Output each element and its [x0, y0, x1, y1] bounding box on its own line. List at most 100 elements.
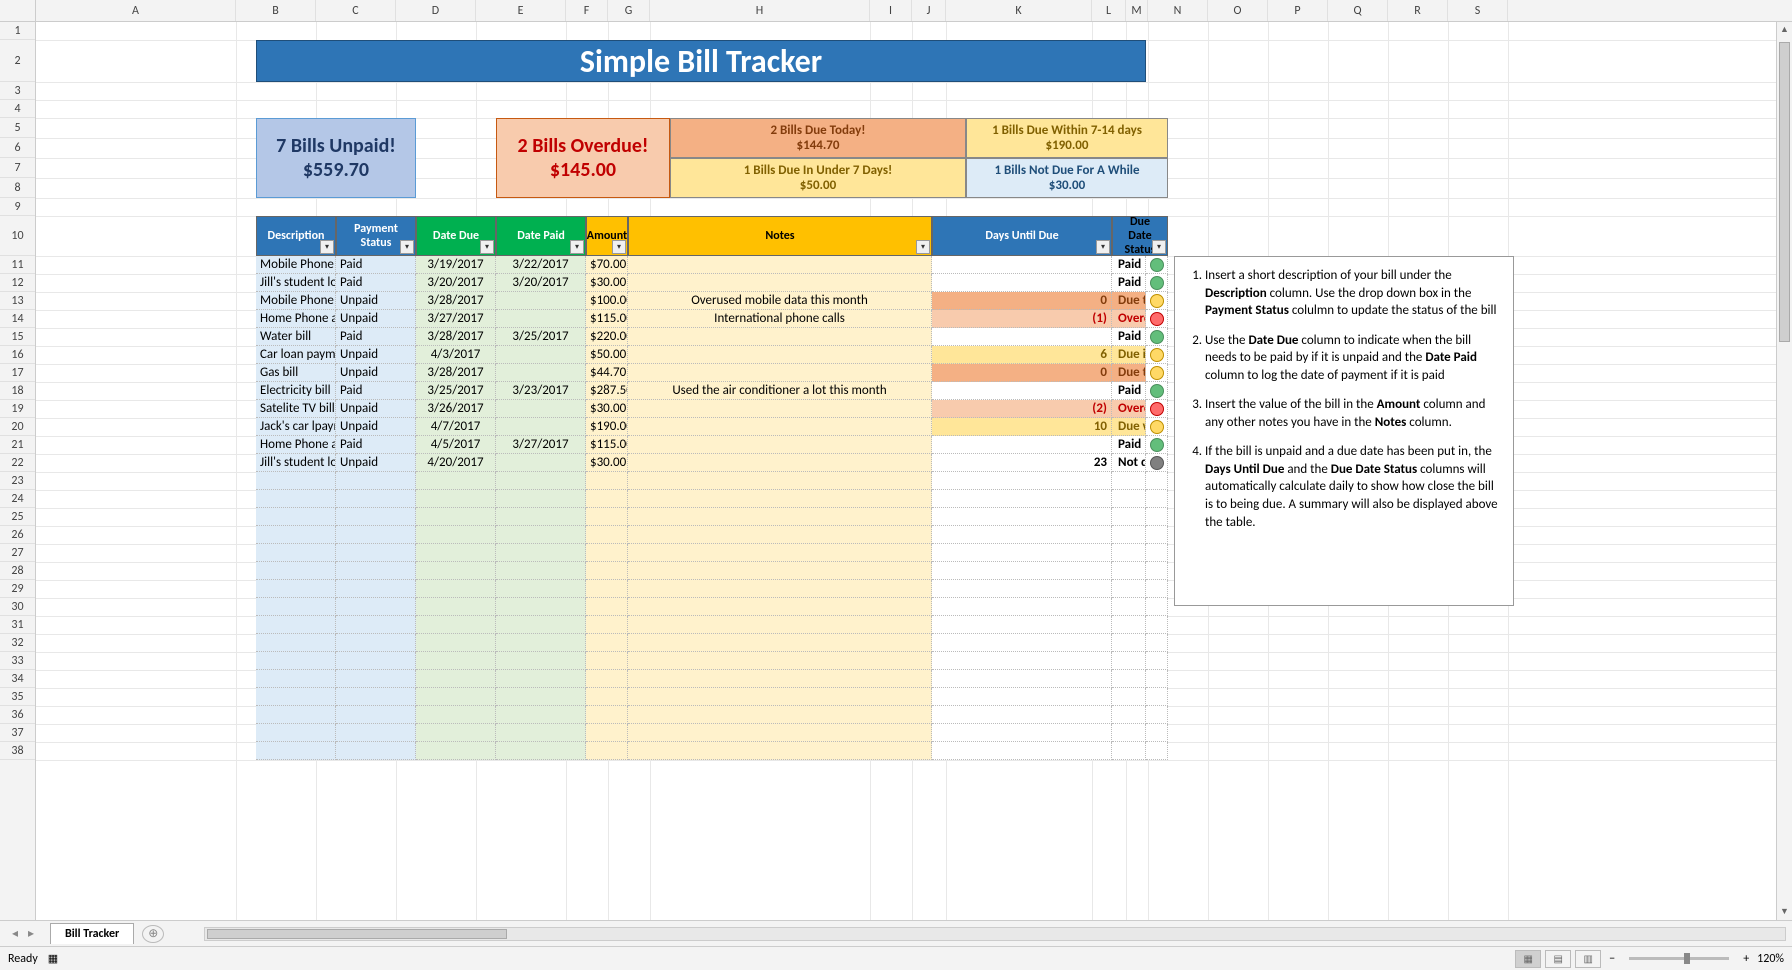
cell-payment-status[interactable] — [336, 562, 416, 580]
cell-date-due[interactable] — [416, 616, 496, 634]
cell-due-date-status[interactable] — [1112, 562, 1146, 580]
cell-days-until-due[interactable] — [932, 562, 1112, 580]
cell-payment-status[interactable] — [336, 508, 416, 526]
cell-date-due[interactable] — [416, 580, 496, 598]
cell-notes[interactable] — [628, 490, 932, 508]
cell-amount[interactable]: $70.00 — [586, 256, 628, 274]
cell-amount[interactable] — [586, 724, 628, 742]
cell-payment-status[interactable] — [336, 580, 416, 598]
cell-date-paid[interactable] — [496, 724, 586, 742]
cell-due-date-status[interactable]: Due in under 7 days! — [1112, 346, 1146, 364]
cell-description[interactable]: Home Phone and Intenet bill — [256, 310, 336, 328]
cell-status-indicator[interactable] — [1146, 742, 1168, 760]
cell-payment-status[interactable] — [336, 742, 416, 760]
cell-status-indicator[interactable] — [1146, 256, 1168, 274]
cell-payment-status[interactable] — [336, 472, 416, 490]
cell-status-indicator[interactable] — [1146, 580, 1168, 598]
cell-date-due[interactable] — [416, 670, 496, 688]
cell-description[interactable]: Electricity bill — [256, 382, 336, 400]
row-header[interactable]: 4 — [0, 100, 35, 118]
macro-record-icon[interactable]: ▦ — [48, 952, 58, 965]
filter-dropdown-icon[interactable] — [570, 240, 584, 254]
cell-description[interactable] — [256, 688, 336, 706]
cell-days-until-due[interactable] — [932, 436, 1112, 454]
cell-description[interactable] — [256, 562, 336, 580]
column-header[interactable]: S — [1448, 0, 1508, 21]
view-page-break-button[interactable]: ▥ — [1575, 950, 1601, 968]
cell-description[interactable] — [256, 616, 336, 634]
cell-notes[interactable] — [628, 328, 932, 346]
cell-status-indicator[interactable] — [1146, 346, 1168, 364]
cell-days-until-due[interactable] — [932, 274, 1112, 292]
cell-status-indicator[interactable] — [1146, 292, 1168, 310]
cell-status-indicator[interactable] — [1146, 634, 1168, 652]
row-header[interactable]: 25 — [0, 508, 35, 526]
cell-status-indicator[interactable] — [1146, 670, 1168, 688]
cell-status-indicator[interactable] — [1146, 526, 1168, 544]
cell-due-date-status[interactable] — [1112, 724, 1146, 742]
cell-date-paid[interactable]: 3/25/2017 — [496, 328, 586, 346]
cell-status-indicator[interactable] — [1146, 310, 1168, 328]
cell-payment-status[interactable] — [336, 724, 416, 742]
cell-payment-status[interactable] — [336, 688, 416, 706]
cell-amount[interactable]: $115.00 — [586, 310, 628, 328]
row-header[interactable]: 33 — [0, 652, 35, 670]
cell-date-due[interactable]: 3/19/2017 — [416, 256, 496, 274]
cell-amount[interactable]: $30.00 — [586, 454, 628, 472]
nav-first-icon[interactable]: ◂ — [8, 926, 22, 941]
cell-description[interactable] — [256, 634, 336, 652]
cell-description[interactable]: Car loan payment — [256, 346, 336, 364]
cell-date-due[interactable]: 3/26/2017 — [416, 400, 496, 418]
filter-dropdown-icon[interactable] — [1152, 240, 1166, 254]
column-header[interactable]: H — [650, 0, 870, 21]
cell-payment-status[interactable] — [336, 670, 416, 688]
row-header[interactable]: 24 — [0, 490, 35, 508]
row-header[interactable]: 27 — [0, 544, 35, 562]
row-header[interactable]: 14 — [0, 310, 35, 328]
cell-notes[interactable] — [628, 670, 932, 688]
cell-date-due[interactable] — [416, 562, 496, 580]
cell-date-due[interactable]: 3/28/2017 — [416, 328, 496, 346]
cell-amount[interactable] — [586, 634, 628, 652]
cell-description[interactable]: Gas bill — [256, 364, 336, 382]
cell-date-paid[interactable] — [496, 526, 586, 544]
cell-due-date-status[interactable] — [1112, 508, 1146, 526]
cell-date-due[interactable] — [416, 742, 496, 760]
cell-due-date-status[interactable]: Overdue! — [1112, 310, 1146, 328]
filter-dropdown-icon[interactable] — [320, 240, 334, 254]
filter-dropdown-icon[interactable] — [480, 240, 494, 254]
cell-date-due[interactable]: 3/28/2017 — [416, 364, 496, 382]
cell-days-until-due[interactable] — [932, 526, 1112, 544]
row-header[interactable]: 9 — [0, 198, 35, 216]
cell-description[interactable]: Mobile Phone bill — [256, 256, 336, 274]
cell-due-date-status[interactable]: Overdue! — [1112, 400, 1146, 418]
cell-payment-status[interactable]: Unpaid — [336, 454, 416, 472]
scroll-down-arrow[interactable]: ▼ — [1777, 904, 1792, 920]
cell-status-indicator[interactable] — [1146, 652, 1168, 670]
cell-notes[interactable] — [628, 598, 932, 616]
cell-due-date-status[interactable]: Due within 7-14 days — [1112, 418, 1146, 436]
cell-due-date-status[interactable]: Paid — [1112, 436, 1146, 454]
cell-days-until-due[interactable]: 0 — [932, 364, 1112, 382]
cell-status-indicator[interactable] — [1146, 616, 1168, 634]
cell-description[interactable] — [256, 598, 336, 616]
column-header[interactable]: O — [1208, 0, 1268, 21]
cell-date-paid[interactable] — [496, 400, 586, 418]
cell-date-due[interactable]: 3/20/2017 — [416, 274, 496, 292]
cell-days-until-due[interactable] — [932, 256, 1112, 274]
cell-days-until-due[interactable] — [932, 490, 1112, 508]
cell-days-until-due[interactable] — [932, 670, 1112, 688]
view-normal-button[interactable]: ▦ — [1515, 950, 1541, 968]
cell-status-indicator[interactable] — [1146, 274, 1168, 292]
cell-due-date-status[interactable]: Paid — [1112, 382, 1146, 400]
cell-description[interactable]: Home Phone and Intenet bill — [256, 436, 336, 454]
column-header[interactable]: C — [316, 0, 396, 21]
cell-date-paid[interactable] — [496, 670, 586, 688]
zoom-level-label[interactable]: 120% — [1757, 952, 1784, 966]
cell-payment-status[interactable] — [336, 526, 416, 544]
cell-notes[interactable] — [628, 472, 932, 490]
cell-date-paid[interactable]: 3/20/2017 — [496, 274, 586, 292]
cell-amount[interactable] — [586, 490, 628, 508]
cell-date-paid[interactable] — [496, 418, 586, 436]
cell-payment-status[interactable] — [336, 706, 416, 724]
